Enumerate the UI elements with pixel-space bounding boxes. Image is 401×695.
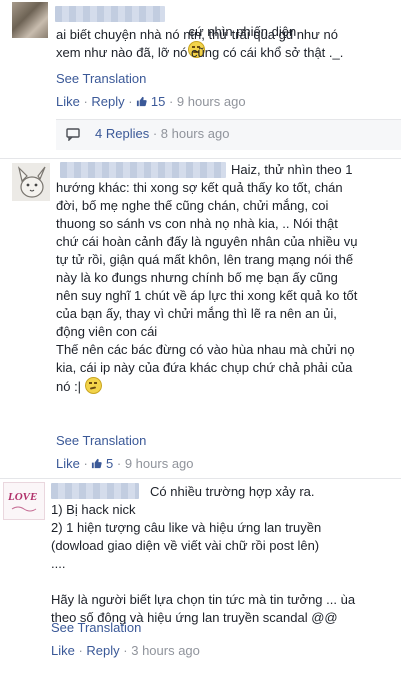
reply-link[interactable]: Reply: [91, 94, 124, 109]
comment-actions: Like · 5 · 9 hours ago: [56, 456, 194, 471]
timestamp[interactable]: 9 hours ago: [177, 94, 246, 109]
commenter-name-redacted[interactable]: [60, 162, 226, 178]
view-replies-link[interactable]: 4 Replies: [95, 126, 149, 141]
avatar-cat-image: [17, 166, 46, 198]
replies-timestamp[interactable]: 8 hours ago: [161, 126, 230, 141]
thumbs-up-icon[interactable]: [136, 96, 147, 107]
comment-first-line: Có nhiều trường hợp xảy ra.: [150, 484, 315, 499]
avatar[interactable]: LOVE: [3, 482, 45, 520]
comment-body: ai biết chuyện nhà nó ntn, thử trải qua …: [56, 27, 344, 60]
comment-body-text: hướng khác: thi xong sợ kết quả thấy ko …: [56, 180, 358, 394]
replies-bar[interactable]: 4 Replies · 8 hours ago: [56, 119, 401, 150]
reply-arrow-icon: [66, 128, 80, 141]
commenter-name-redacted[interactable]: [51, 483, 139, 499]
replies-meta: 4 Replies · 8 hours ago: [95, 126, 230, 141]
like-count[interactable]: 15: [151, 94, 165, 109]
thumbs-up-icon[interactable]: [91, 458, 103, 469]
see-translation-link[interactable]: See Translation: [56, 432, 146, 450]
comment-body: hướng khác: thi xong sợ kết quả thấy ko …: [56, 179, 401, 396]
commenter-name-redacted[interactable]: [55, 6, 165, 22]
timestamp[interactable]: 9 hours ago: [125, 456, 194, 471]
avatar[interactable]: [12, 2, 48, 38]
like-link[interactable]: Like: [56, 94, 80, 109]
comment-divider: [0, 158, 401, 159]
comment-actions: Like · Reply · 3 hours ago: [51, 643, 200, 658]
comment-actions: Like · Reply · 15 · 9 hours ago: [56, 94, 246, 109]
comment-body: 1) Bị hack nick 2) 1 hiện tượng câu like…: [51, 502, 356, 625]
avatar[interactable]: [12, 163, 50, 201]
comment-divider: [0, 478, 401, 479]
like-link[interactable]: Like: [51, 643, 75, 658]
reply-link[interactable]: Reply: [86, 643, 119, 658]
like-link[interactable]: Like: [56, 456, 80, 471]
comment-first-line: Haiz, thử nhìn theo 1: [231, 162, 353, 177]
avatar-love-text: LOVE: [8, 491, 38, 503]
avatar-decoration: [11, 506, 37, 512]
see-translation-link[interactable]: See Translation: [51, 619, 141, 637]
see-translation-link[interactable]: See Translation: [56, 70, 146, 88]
smirk-face-icon: [84, 377, 102, 394]
timestamp[interactable]: 3 hours ago: [131, 643, 200, 658]
